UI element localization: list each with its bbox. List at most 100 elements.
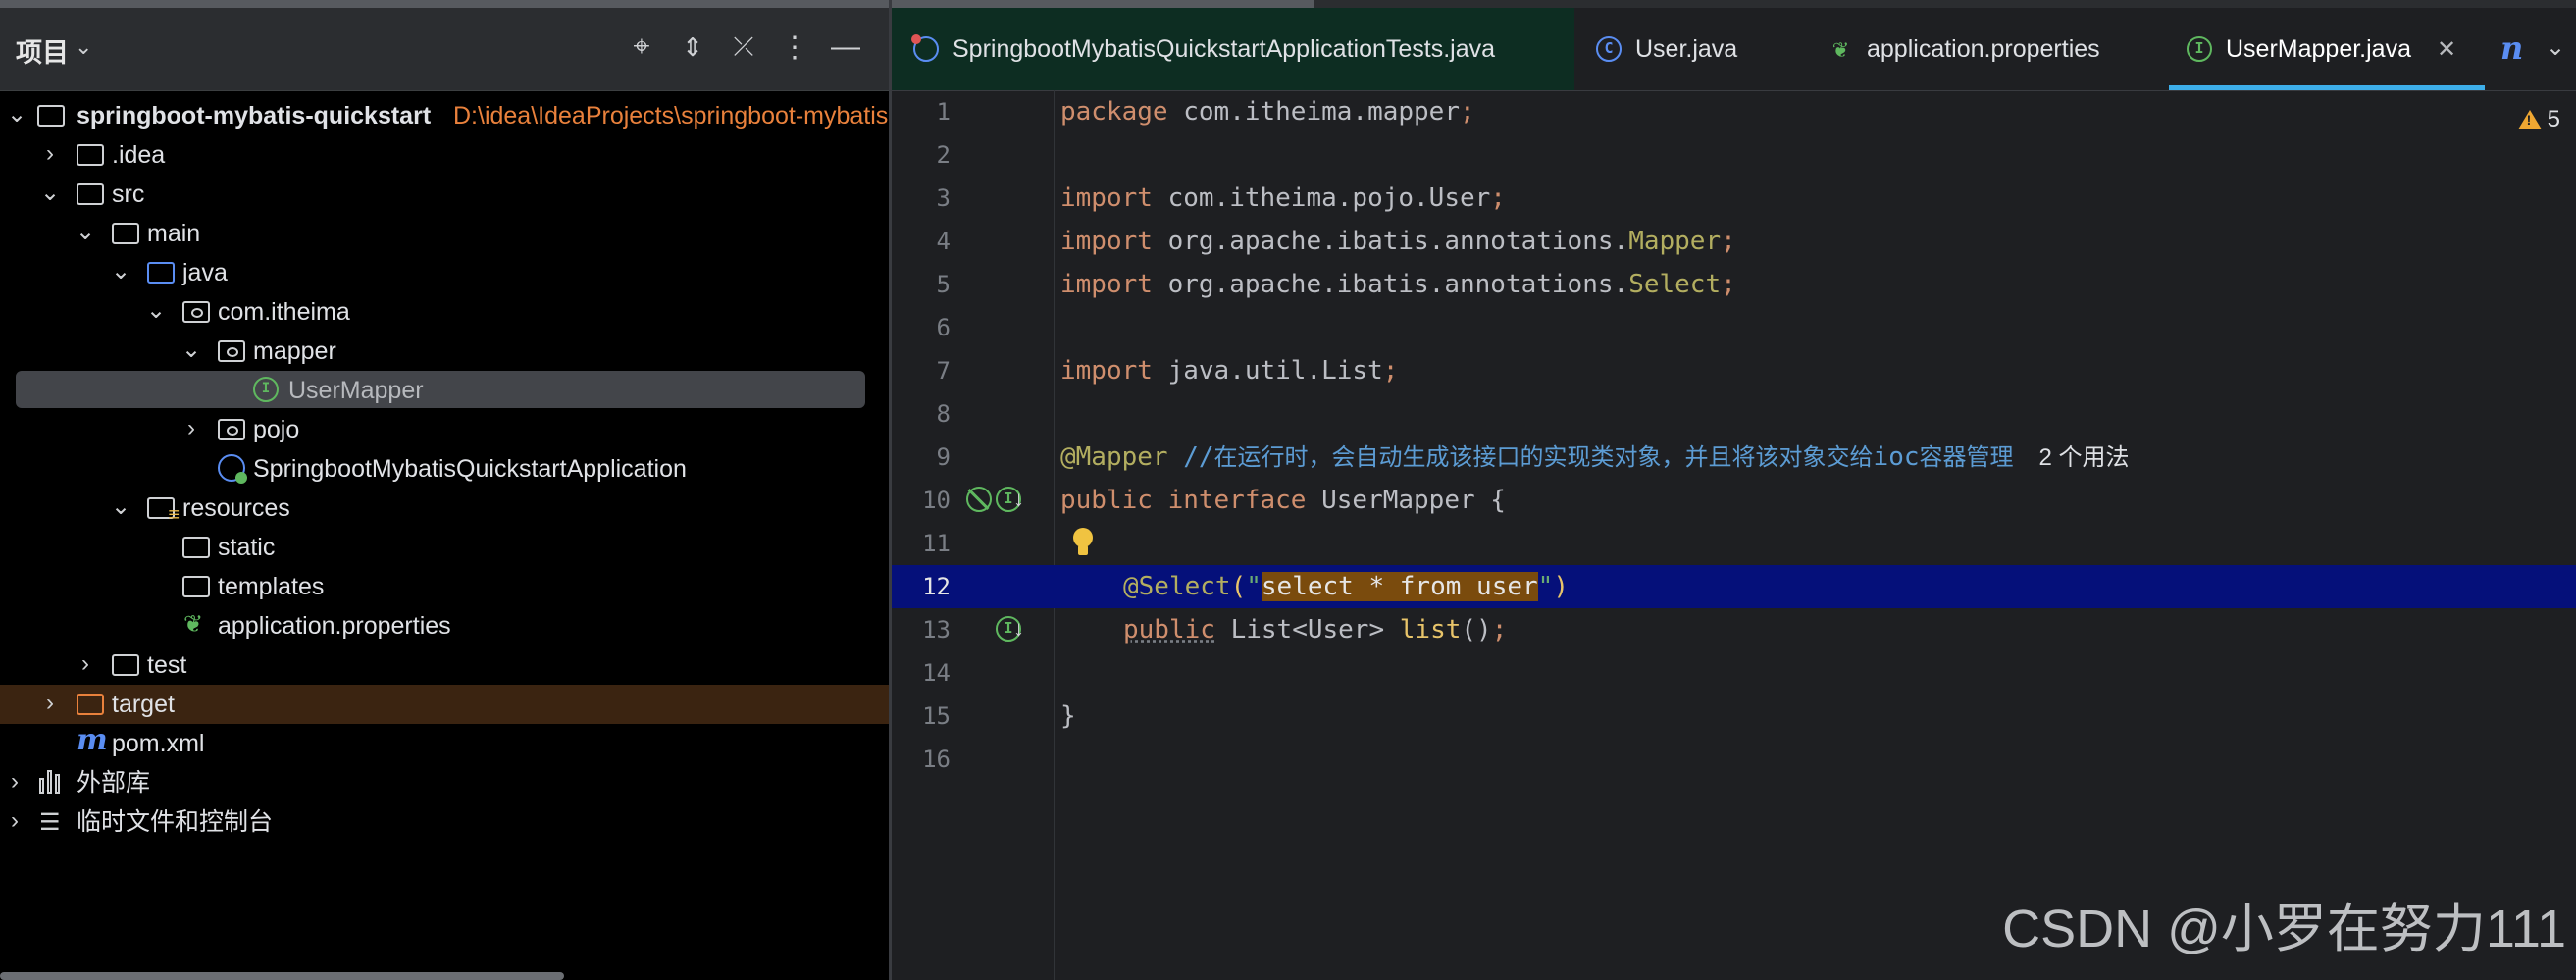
watermark: CSDN @小罗在努力111 (2002, 900, 2566, 958)
tab-label: User.java (1635, 34, 1738, 63)
tree-row-usermapper[interactable]: I UserMapper (0, 371, 889, 410)
line-number: 8 (936, 400, 951, 428)
folder-icon (112, 223, 139, 244)
editor: SpringbootMybatisQuickstartApplicationTe… (892, 8, 2576, 980)
tree-row-resources[interactable]: ⌄ resources (0, 489, 889, 528)
code-line: 3 import com.itheima.pojo.User; (892, 177, 2576, 220)
line-number: 13 (922, 616, 951, 644)
tree-row-project-root[interactable]: ⌄ springboot-mybatis-quickstart D:\idea\… (0, 96, 889, 135)
folder-icon (112, 654, 139, 676)
chevron-right-icon[interactable]: › (73, 649, 98, 679)
code-line: 2 (892, 133, 2576, 177)
tab-application-properties[interactable]: ❦ application.properties (1828, 8, 2100, 90)
library-icon (39, 770, 67, 794)
tree-row-application-properties[interactable]: ❦ application.properties (0, 606, 889, 645)
chevron-down-icon[interactable]: ⌄ (108, 257, 133, 286)
tree-row-com-itheima[interactable]: ⌄ com.itheima (0, 292, 889, 332)
chevron-right-icon[interactable]: › (179, 414, 204, 443)
tree-label: templates (218, 573, 325, 600)
lightbulb-icon[interactable] (1072, 528, 1094, 559)
project-panel-title[interactable]: 项目 (16, 31, 69, 70)
chevron-right-icon[interactable]: › (37, 689, 63, 718)
code-text: import org.apache.ibatis.annotations.Map… (1060, 227, 1736, 256)
code-text: package com.itheima.mapper; (1060, 97, 1475, 127)
line-number: 11 (922, 530, 951, 557)
maven-tab-icon[interactable]: n (2500, 29, 2523, 67)
code-line: 11 (892, 522, 2576, 565)
chevron-down-icon[interactable]: ⌄ (73, 218, 98, 247)
tree-row-pom[interactable]: m pom.xml (0, 724, 889, 763)
code-text: import org.apache.ibatis.annotations.Sel… (1060, 270, 1736, 299)
tree-label: pojo (253, 416, 300, 443)
tree-row-application-class[interactable]: SpringbootMybatisQuickstartApplication (0, 449, 889, 489)
tree-row-external-libraries[interactable]: › 外部库 (0, 763, 889, 802)
close-icon[interactable]: ✕ (2437, 35, 2456, 64)
chevron-down-icon[interactable]: ⌄ (108, 492, 133, 522)
line-number: 3 (936, 184, 951, 212)
tab-user-java[interactable]: C User.java (1596, 8, 1737, 90)
spring-boot-class-icon (218, 454, 247, 484)
chevron-down-icon[interactable]: ⌄ (75, 34, 92, 60)
tree-row-static[interactable]: static (0, 528, 889, 567)
tree-row-templates[interactable]: templates (0, 567, 889, 606)
tree-row-test[interactable]: › test (0, 645, 889, 685)
tree-row-src[interactable]: ⌄ src (0, 175, 889, 214)
line-number: 1 (936, 98, 951, 126)
top-scrollbar[interactable] (0, 0, 1314, 8)
code-area[interactable]: 1 package com.itheima.mapper; 2 3 import… (892, 90, 2576, 980)
tree-label: target (112, 691, 175, 718)
tree-row-mapper[interactable]: ⌄ mapper (0, 332, 889, 371)
chevron-right-icon[interactable]: › (37, 139, 63, 169)
class-icon: C (1596, 36, 1622, 62)
more-options-icon[interactable]: ⋮ (775, 27, 814, 67)
code-line-current: 12 @Select("select * from user") (892, 565, 2576, 608)
arrow-down-icon: ↓ (1013, 487, 1024, 511)
collapse-all-icon[interactable]: ⤫ (724, 27, 763, 67)
tab-label: application.properties (1867, 34, 2100, 63)
folder-icon (182, 537, 210, 558)
chevron-down-icon[interactable]: ⌄ (2546, 33, 2565, 62)
chevron-down-icon[interactable]: ⌄ (143, 296, 169, 326)
usages-hint[interactable]: 2 个用法 (2039, 444, 2130, 471)
tree-row-idea[interactable]: › .idea (0, 135, 889, 175)
folder-icon (77, 144, 104, 166)
code-text: import java.util.List; (1060, 356, 1399, 386)
tree-label: application.properties (218, 612, 451, 640)
locate-icon[interactable]: ⌖ (622, 27, 661, 67)
horizontal-scrollbar[interactable] (0, 972, 564, 980)
no-bean-icon[interactable] (966, 487, 992, 512)
maven-icon: m (77, 723, 108, 757)
line-number: 4 (936, 228, 951, 255)
chevron-down-icon[interactable]: ⌄ (179, 335, 204, 365)
tree-row-pojo[interactable]: › pojo (0, 410, 889, 449)
expand-all-icon[interactable]: ⇕ (673, 27, 712, 67)
excluded-folder-icon (77, 694, 104, 715)
hide-panel-icon[interactable]: — (826, 27, 865, 67)
line-number: 15 (922, 702, 951, 730)
line-number: 10 (922, 487, 951, 514)
line-number: 6 (936, 314, 951, 341)
code-line: 6 (892, 306, 2576, 349)
tree-row-java[interactable]: ⌄ java (0, 253, 889, 292)
source-folder-icon (147, 262, 175, 284)
tree-row-scratches[interactable]: › ☰ 临时文件和控制台 (0, 802, 889, 842)
tab-application-tests[interactable]: SpringbootMybatisQuickstartApplicationTe… (892, 8, 1574, 90)
tab-usermapper-java[interactable]: I UserMapper.java ✕ (2169, 8, 2485, 90)
line-number: 16 (922, 746, 951, 773)
code-line: 15 } (892, 695, 2576, 738)
code-line: 7 import java.util.List; (892, 349, 2576, 392)
tree-label: java (182, 259, 228, 286)
tab-label: UserMapper.java (2226, 34, 2411, 63)
chevron-down-icon[interactable]: ⌄ (4, 100, 29, 129)
chevron-right-icon[interactable]: › (2, 767, 27, 797)
line-number: 14 (922, 659, 951, 687)
arrow-down-icon: ↓ (1013, 616, 1024, 641)
tree-row-main[interactable]: ⌄ main (0, 214, 889, 253)
sql-string-highlight: select * from user (1261, 572, 1538, 601)
chevron-right-icon[interactable]: › (2, 806, 27, 836)
folder-icon (77, 183, 104, 205)
chevron-down-icon[interactable]: ⌄ (37, 179, 63, 208)
tree-row-target[interactable]: › target (0, 685, 889, 724)
code-text: @Select("select * from user") (1123, 572, 1569, 601)
tree-label: .idea (112, 141, 166, 169)
